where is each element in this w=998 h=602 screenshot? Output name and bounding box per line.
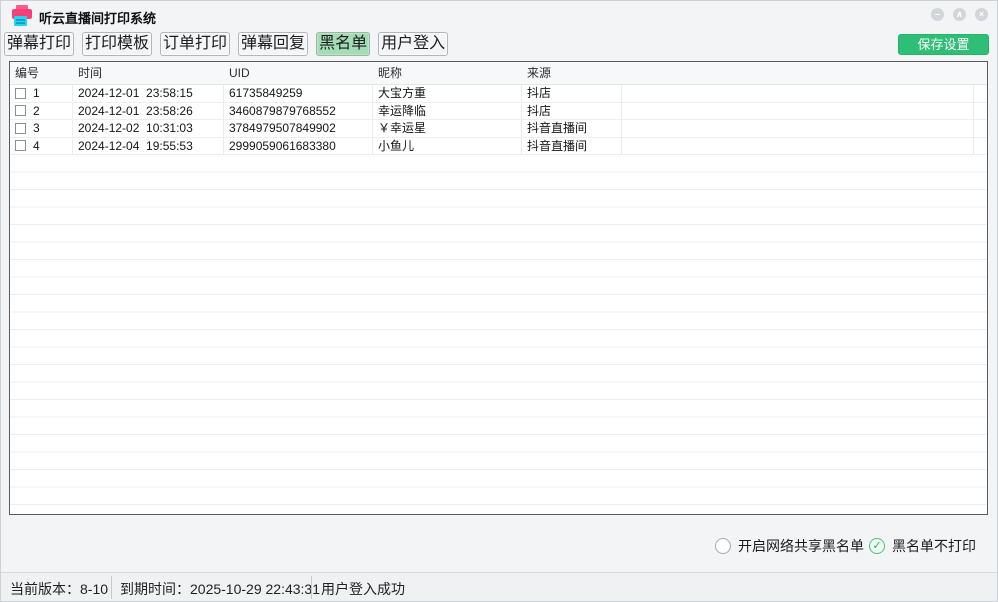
status-version: 当前版本：8-10	[10, 579, 108, 599]
status-divider	[311, 576, 312, 599]
cell-uid: 3784979507849902	[223, 120, 372, 137]
col-header-source: 来源	[521, 62, 621, 84]
tab-blacklist[interactable]: 黑名单	[316, 32, 370, 56]
cell-time: 2024-12-02 10:31:03	[72, 120, 223, 137]
row-number: 3	[33, 120, 40, 137]
maximize-icon[interactable]: ∧	[953, 8, 966, 21]
window-title: 听云直播间打印系统	[39, 8, 156, 27]
minimize-icon[interactable]: –	[931, 8, 944, 21]
share-blacklist-label: 开启网络共享黑名单	[738, 536, 864, 556]
cell-uid: 3460879879768552	[223, 103, 372, 120]
noprint-checkbox-checked-icon[interactable]: ✓	[869, 538, 885, 554]
share-blacklist-radio[interactable]	[715, 538, 731, 554]
table-header: 编号 时间 UID 昵称 来源	[10, 62, 987, 85]
row-checkbox[interactable]	[15, 88, 26, 99]
tab-print-template[interactable]: 打印模板	[82, 32, 152, 56]
status-bar: 当前版本：8-10 到期时间：2025-10-29 22:43:31 用户登入成…	[1, 572, 997, 601]
tab-danmu-reply[interactable]: 弹幕回复	[238, 32, 308, 56]
cell-uid: 2999059061683380	[223, 138, 372, 155]
window-controls: – ∧ ×	[931, 8, 988, 21]
tab-bar: 弹幕打印 打印模板 订单打印 弹幕回复 黑名单 用户登入	[4, 32, 448, 56]
cell-source: 抖店	[521, 85, 621, 102]
status-divider	[111, 576, 112, 599]
col-header-uid: UID	[223, 62, 372, 84]
cell-source: 抖音直播间	[521, 138, 621, 155]
col-header-nickname: 昵称	[372, 62, 521, 84]
titlebar: 听云直播间打印系统 – ∧ ×	[1, 1, 997, 30]
table-empty-area	[10, 155, 987, 514]
col-header-blank2	[973, 62, 987, 84]
col-header-blank	[621, 62, 973, 84]
cell-uid: 61735849259	[223, 85, 372, 102]
table-row[interactable]: 2 2024-12-01 23:58:26 3460879879768552 幸…	[10, 103, 987, 121]
table-row[interactable]: 4 2024-12-04 19:55:53 2999059061683380 小…	[10, 138, 987, 156]
save-settings-button[interactable]: 保存设置	[898, 34, 989, 55]
cell-nickname: 幸运降临	[372, 103, 521, 120]
tab-order-print[interactable]: 订单打印	[160, 32, 230, 56]
table-row[interactable]: 1 2024-12-01 23:58:15 61735849259 大宝方重 抖…	[10, 85, 987, 103]
noprint-option: ✓ 黑名单不打印	[869, 536, 976, 556]
row-checkbox[interactable]	[15, 105, 26, 116]
col-header-time: 时间	[72, 62, 223, 84]
status-login: 用户登入成功	[321, 579, 405, 599]
blacklist-table: 编号 时间 UID 昵称 来源 1 2024-12-01 23:58:15 61…	[9, 61, 988, 515]
cell-time: 2024-12-01 23:58:26	[72, 103, 223, 120]
status-expiry: 到期时间：2025-10-29 22:43:31	[120, 579, 320, 599]
noprint-label: 黑名单不打印	[892, 536, 976, 556]
row-checkbox[interactable]	[15, 140, 26, 151]
cell-source: 抖音直播间	[521, 120, 621, 137]
row-checkbox[interactable]	[15, 123, 26, 134]
cell-time: 2024-12-01 23:58:15	[72, 85, 223, 102]
close-icon[interactable]: ×	[975, 8, 988, 21]
table-row[interactable]: 3 2024-12-02 10:31:03 3784979507849902 ￥…	[10, 120, 987, 138]
app-window: 听云直播间打印系统 – ∧ × 弹幕打印 打印模板 订单打印 弹幕回复 黑名单 …	[0, 0, 998, 602]
share-blacklist-option: 开启网络共享黑名单	[715, 536, 864, 556]
cell-nickname: 大宝方重	[372, 85, 521, 102]
blacklist-options-row: 开启网络共享黑名单 ✓ 黑名单不打印	[1, 536, 997, 556]
cell-nickname: 小鱼儿	[372, 138, 521, 155]
col-header-no: 编号	[10, 62, 72, 84]
cell-nickname: ￥幸运星	[372, 120, 521, 137]
printer-app-icon	[10, 5, 34, 26]
tab-danmu-print[interactable]: 弹幕打印	[4, 32, 74, 56]
cell-time: 2024-12-04 19:55:53	[72, 138, 223, 155]
tab-user-login[interactable]: 用户登入	[378, 32, 448, 56]
row-number: 2	[33, 103, 40, 120]
row-number: 1	[33, 85, 40, 102]
cell-source: 抖店	[521, 103, 621, 120]
row-number: 4	[33, 138, 40, 155]
